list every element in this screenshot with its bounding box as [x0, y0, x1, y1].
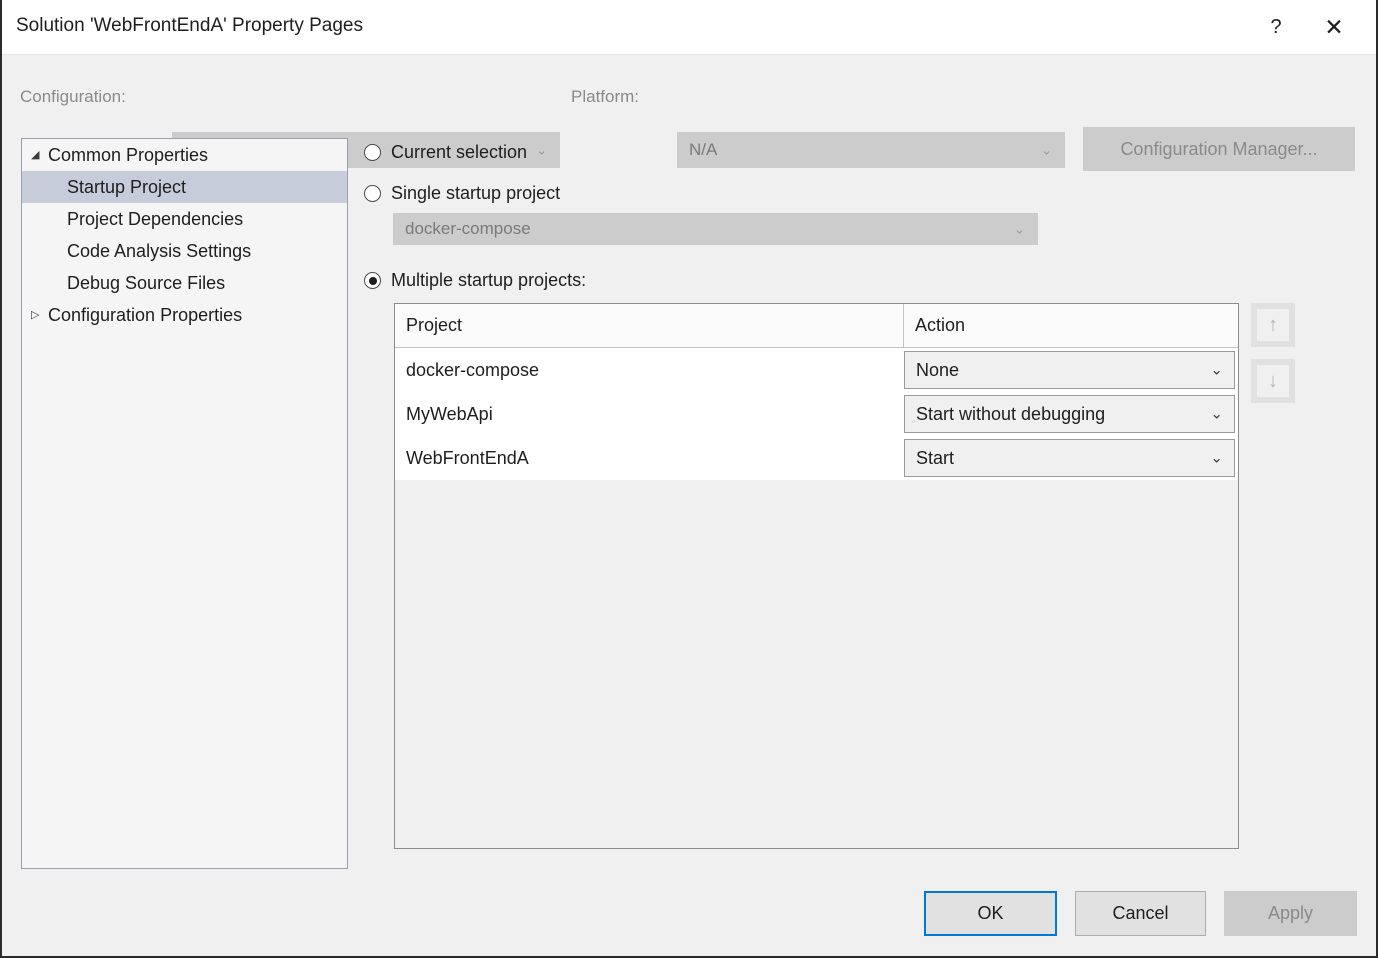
cell-action: Start ⌄ — [904, 436, 1238, 480]
single-startup-project-dropdown[interactable]: docker-compose ⌄ — [393, 213, 1038, 245]
configuration-label: Configuration: — [20, 87, 126, 107]
cell-action: Start without debugging ⌄ — [904, 392, 1238, 436]
radio-single-startup-project[interactable]: Single startup project — [364, 183, 560, 204]
chevron-down-icon: ⌄ — [1210, 451, 1223, 466]
platform-label: Platform: — [571, 87, 639, 107]
chevron-down-icon: ⌄ — [1210, 363, 1223, 378]
table-row[interactable]: MyWebApi Start without debugging ⌄ — [395, 392, 1238, 436]
tree-item-startup-project[interactable]: Startup Project — [22, 171, 347, 203]
configuration-bar: Configuration: N/A ⌄ Platform: N/A ⌄ Con… — [2, 55, 1376, 127]
title-bar: Solution 'WebFrontEndA' Property Pages ?… — [2, 0, 1376, 55]
cancel-button[interactable]: Cancel — [1075, 891, 1206, 936]
tree-item-debug-source-files[interactable]: Debug Source Files — [22, 267, 347, 299]
close-icon[interactable]: ✕ — [1310, 0, 1358, 54]
chevron-down-icon: ⌄ — [1210, 407, 1223, 422]
chevron-down-icon: ⌄ — [1014, 223, 1025, 236]
startup-projects-grid[interactable]: Project Action docker-composeNone⌄MyWebA… — [394, 303, 1239, 849]
radio-multiple-startup-projects[interactable]: Multiple startup projects: — [364, 270, 586, 291]
action-value: Start without debugging — [916, 404, 1105, 425]
radio-current-selection-label: Current selection — [391, 142, 527, 163]
tree-item-label: Project Dependencies — [67, 209, 243, 230]
column-header-action[interactable]: Action — [904, 304, 1238, 347]
grid-header: Project Action — [395, 304, 1238, 348]
radio-single-startup-label: Single startup project — [391, 183, 560, 204]
move-up-button[interactable]: ↑ — [1251, 303, 1295, 347]
move-down-button[interactable]: ↓ — [1251, 359, 1295, 403]
radio-icon — [364, 144, 381, 161]
configuration-manager-button[interactable]: Configuration Manager... — [1083, 127, 1355, 171]
tree-item-label: Code Analysis Settings — [67, 241, 251, 262]
platform-value: N/A — [689, 140, 717, 160]
action-dropdown[interactable]: None ⌄ — [904, 351, 1235, 389]
tree-item-code-analysis-settings[interactable]: Code Analysis Settings — [22, 235, 347, 267]
arrow-down-icon: ↓ — [1257, 365, 1289, 397]
cell-project: WebFrontEndA — [395, 436, 904, 480]
chevron-down-icon: ⌄ — [1041, 144, 1052, 157]
radio-current-selection[interactable]: Current selection — [364, 142, 527, 163]
table-row[interactable]: WebFrontEndA Start ⌄ — [395, 436, 1238, 480]
single-startup-project-value: docker-compose — [405, 219, 531, 239]
tree-item-common-properties[interactable]: Common Properties — [22, 139, 347, 171]
arrow-up-icon: ↑ — [1257, 309, 1289, 341]
property-tree[interactable]: Common Properties Startup Project Project … — [21, 138, 348, 869]
chevron-down-icon: ⌄ — [536, 144, 547, 157]
action-dropdown[interactable]: Start ⌄ — [904, 439, 1235, 477]
platform-dropdown[interactable]: N/A ⌄ — [677, 132, 1065, 168]
window-title: Solution 'WebFrontEndA' Property Pages — [16, 15, 363, 37]
cell-action: None ⌄ — [904, 348, 1238, 392]
action-value: Start — [916, 448, 954, 469]
table-row[interactable]: docker-compose None ⌄ — [395, 348, 1238, 392]
tree-item-configuration-properties[interactable]: Configuration Properties — [22, 299, 347, 331]
tree-item-label: Debug Source Files — [67, 273, 225, 294]
cell-project: docker-compose — [395, 348, 904, 392]
column-header-project[interactable]: Project — [395, 304, 904, 347]
grid-body: docker-composeNone⌄MyWebApiStart without… — [395, 348, 1238, 480]
radio-multiple-startup-label: Multiple startup projects: — [391, 270, 586, 291]
tree-item-project-dependencies[interactable]: Project Dependencies — [22, 203, 347, 235]
action-value: None — [916, 360, 959, 381]
property-pages-dialog: Solution 'WebFrontEndA' Property Pages ?… — [0, 0, 1378, 958]
help-icon[interactable]: ? — [1252, 0, 1300, 54]
chevron-right-icon[interactable] — [31, 310, 48, 321]
apply-button[interactable]: Apply — [1224, 891, 1357, 936]
chevron-down-icon[interactable] — [31, 150, 48, 161]
radio-icon — [364, 185, 381, 202]
tree-item-label: Startup Project — [67, 177, 186, 198]
tree-item-label: Common Properties — [48, 145, 208, 166]
tree-item-label: Configuration Properties — [48, 305, 242, 326]
cell-project: MyWebApi — [395, 392, 904, 436]
action-dropdown[interactable]: Start without debugging ⌄ — [904, 395, 1235, 433]
radio-icon — [364, 272, 381, 289]
ok-button[interactable]: OK — [924, 891, 1057, 936]
